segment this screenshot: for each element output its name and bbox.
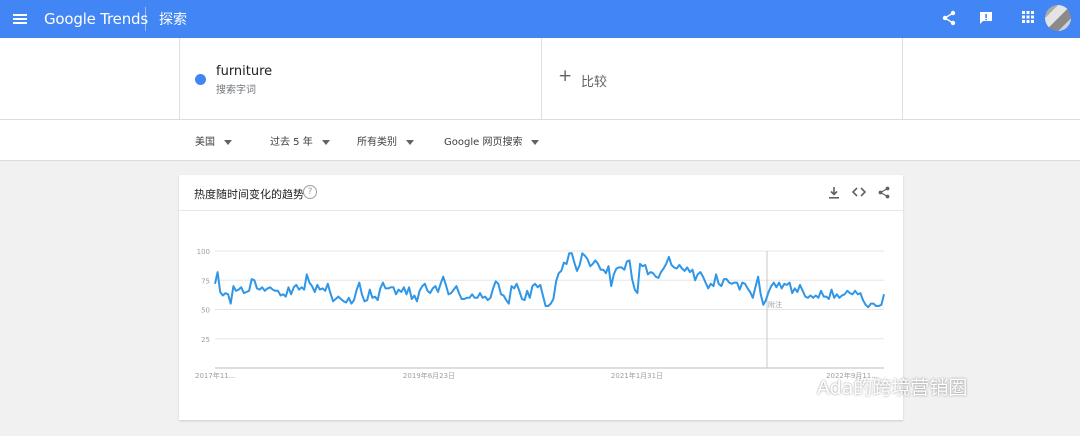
share-icon[interactable]	[878, 186, 890, 199]
filter-category-label: 所有类别	[357, 137, 397, 148]
add-icon[interactable]: +	[558, 68, 572, 85]
y-tick-label: 100	[197, 248, 210, 256]
caret-down-icon	[406, 139, 414, 145]
watermark-text: Ada的跨境营销圈	[817, 377, 968, 399]
y-tick-label: 25	[201, 336, 210, 344]
compare-label[interactable]: 比较	[581, 71, 607, 90]
menu-icon[interactable]	[12, 11, 28, 27]
help-icon[interactable]: ?	[303, 185, 317, 199]
annotation-label: 附注	[768, 300, 782, 309]
search-terms-bar: furniture 搜索字词 + 比较	[0, 38, 1080, 120]
apps-icon[interactable]	[1021, 10, 1035, 24]
google-trends-logo[interactable]: Google Trends	[44, 10, 148, 28]
filter-bar: 美国 过去 5 年 所有类别 Google 网页搜索	[0, 120, 1080, 161]
filter-search-type-label: Google 网页搜索	[444, 137, 523, 148]
feedback-icon[interactable]	[978, 10, 994, 26]
search-term-card[interactable]: furniture 搜索字词	[179, 38, 542, 119]
filter-region[interactable]: 美国	[195, 133, 232, 148]
search-term-name[interactable]: furniture	[216, 64, 272, 79]
caret-down-icon	[224, 139, 232, 145]
share-icon[interactable]	[941, 10, 957, 26]
x-tick-label: 2017年11...	[195, 371, 235, 380]
caret-down-icon	[321, 139, 330, 145]
filter-time-range[interactable]: 过去 5 年	[270, 133, 330, 148]
filter-search-type[interactable]: Google 网页搜索	[444, 133, 540, 148]
y-tick-label: 75	[201, 277, 210, 285]
caret-down-icon	[531, 139, 540, 145]
y-tick-label: 50	[201, 307, 210, 315]
x-tick-label: 2021年1月31日	[611, 371, 663, 380]
download-icon[interactable]	[828, 186, 840, 199]
wechat-logo-icon	[784, 373, 811, 394]
card-title: 热度随时间变化的趋势	[194, 188, 304, 201]
header-divider	[145, 7, 146, 31]
card-header: 热度随时间变化的趋势 ?	[179, 175, 903, 211]
series-color-dot	[195, 74, 206, 85]
avatar[interactable]	[1045, 5, 1071, 31]
filter-time-label: 过去 5 年	[270, 137, 313, 148]
compare-card[interactable]: + 比较	[541, 38, 903, 119]
filter-category[interactable]: 所有类别	[357, 133, 414, 148]
embed-icon[interactable]	[852, 186, 866, 198]
page-title: 探索	[159, 12, 187, 28]
top-app-bar: Google Trends 探索	[0, 0, 1080, 38]
search-term-type: 搜索字词	[216, 85, 256, 96]
x-tick-label: 2019年6月23日	[403, 371, 455, 380]
filter-region-label: 美国	[195, 137, 215, 148]
